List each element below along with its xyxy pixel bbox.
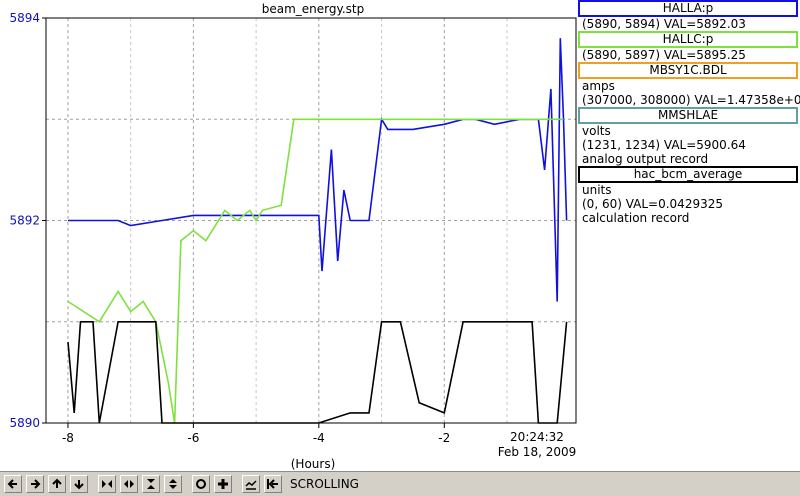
grid bbox=[46, 18, 576, 423]
zoom-out-x-icon bbox=[124, 480, 134, 488]
arrow-right-button[interactable] bbox=[26, 475, 44, 493]
arrow-right-icon bbox=[31, 479, 41, 489]
zoom-in-y-icon bbox=[147, 479, 155, 489]
legend-entry-detail: amps bbox=[582, 79, 615, 93]
legend-entry: HALLA:p (5890, 5894) VAL=5892.03 bbox=[578, 0, 800, 31]
date-label: Feb 18, 2009 bbox=[498, 445, 577, 459]
legend-entry-detail: analog output record bbox=[582, 152, 709, 166]
circle-button[interactable] bbox=[192, 475, 210, 493]
legend-entry: hac_bcm_average units (0, 60) VAL=0.042932… bbox=[578, 166, 800, 225]
arrow-left-button[interactable] bbox=[4, 475, 22, 493]
toolbar: SCROLLING bbox=[0, 471, 800, 496]
x-tick-label: -4 bbox=[313, 431, 325, 445]
legend-entry: MMSHLAE volts (1231, 1234) VAL=5900.64 anal… bbox=[578, 107, 800, 166]
x-tick-label: -8 bbox=[62, 431, 74, 445]
x-axis-label: (Hours) bbox=[291, 457, 336, 470]
zoom-in-x-icon bbox=[102, 480, 112, 488]
zoom-out-y-icon bbox=[169, 479, 177, 489]
zoom-in-y-button[interactable] bbox=[142, 475, 160, 493]
legend-entry: MBSY1C.BDL amps (307000, 308000) VAL=1.473… bbox=[578, 62, 800, 107]
zoom-in-x-button[interactable] bbox=[98, 475, 116, 493]
arrow-up-button[interactable] bbox=[48, 475, 66, 493]
arrow-left-icon bbox=[7, 479, 17, 489]
arrow-up-icon bbox=[52, 478, 62, 488]
legend-entry-detail: (0, 60) VAL=0.0429325 bbox=[582, 197, 723, 211]
legend-entry-detail: units bbox=[582, 183, 612, 197]
arrow-down-button[interactable] bbox=[70, 475, 88, 493]
y-tick-label: 5890 bbox=[9, 416, 40, 430]
scroll-icon bbox=[267, 479, 278, 489]
legend-entry-name: HALLA:p bbox=[578, 0, 798, 17]
legend-entry-name: MBSY1C.BDL bbox=[578, 62, 798, 79]
legend-entry-detail: (307000, 308000) VAL=1.47358e+06 bbox=[582, 93, 800, 107]
line-button[interactable] bbox=[242, 475, 260, 493]
zoom-out-y-button[interactable] bbox=[164, 475, 182, 493]
scroll-button[interactable] bbox=[264, 475, 282, 493]
y-tick-label: 5892 bbox=[9, 214, 40, 228]
legend-entry-detail: (5890, 5894) VAL=5892.03 bbox=[582, 17, 746, 31]
plus-button[interactable] bbox=[214, 475, 232, 493]
time-label: 20:24:32 bbox=[510, 430, 564, 444]
zoom-out-x-button[interactable] bbox=[120, 475, 138, 493]
legend-entry-detail: (5890, 5897) VAL=5895.25 bbox=[582, 48, 746, 62]
x-tick-label: -6 bbox=[187, 431, 199, 445]
legend-entry-detail: (1231, 1234) VAL=5900.64 bbox=[582, 138, 746, 152]
legend-entry-detail: calculation record bbox=[582, 211, 690, 225]
circle-icon bbox=[196, 479, 206, 489]
x-tick-label: -2 bbox=[438, 431, 450, 445]
chart-title: beam_energy.stp bbox=[262, 2, 365, 16]
legend-entry-name: hac_bcm_average bbox=[578, 166, 798, 183]
line-icon bbox=[245, 480, 257, 490]
legend-entry-detail: volts bbox=[582, 124, 611, 138]
legend: HALLA:p (5890, 5894) VAL=5892.03 HALLC:p (5… bbox=[578, 0, 800, 225]
arrow-down-icon bbox=[74, 480, 84, 490]
legend-entry-name: HALLC:p bbox=[578, 31, 798, 48]
mode-label: SCROLLING bbox=[290, 477, 359, 491]
legend-entry: HALLC:p (5890, 5897) VAL=5895.25 bbox=[578, 31, 800, 62]
plus-icon bbox=[218, 479, 228, 489]
legend-entry-name: MMSHLAE bbox=[578, 107, 798, 124]
y-tick-label: 5894 bbox=[9, 11, 40, 25]
